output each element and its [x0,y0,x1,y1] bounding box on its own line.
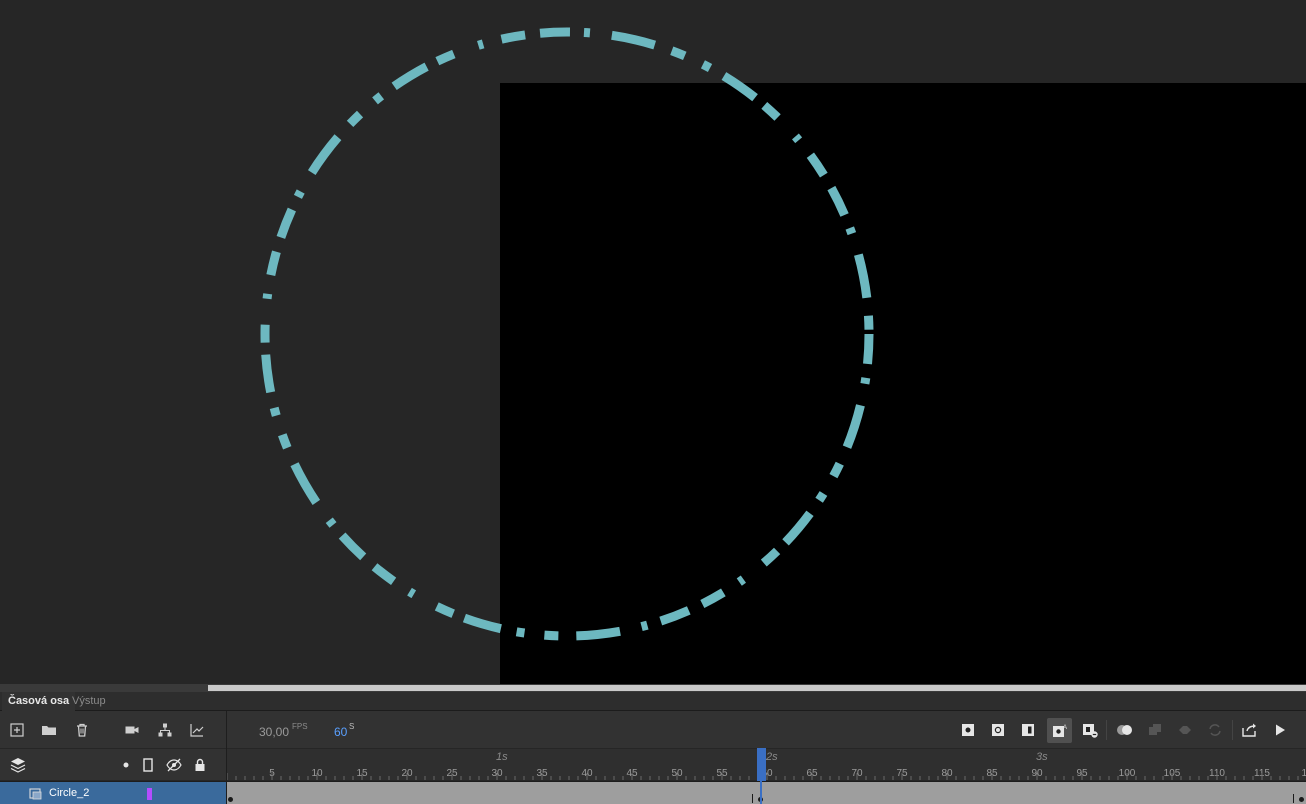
frame-icon[interactable] [1017,719,1039,741]
layers-icon[interactable] [7,754,29,776]
frame-track[interactable] [227,781,1306,804]
folder-icon[interactable] [38,719,60,741]
scrollbar-thumb[interactable] [208,685,1306,691]
edit-multiple-frames-icon[interactable] [1174,719,1196,741]
playhead-line[interactable] [760,781,762,804]
new-layer-icon[interactable] [6,719,28,741]
tab-output[interactable]: Výstup [66,692,112,711]
fps-value[interactable]: 30,00 [259,725,289,739]
span-end-marker [1293,794,1294,803]
timeline-ruler[interactable]: 5101520253035404550556065707580859095100… [227,748,1306,780]
auto-keyframe-icon[interactable]: A [1047,718,1072,743]
timeline-toolbar: 30,00 FPS 60 S A [0,711,1306,748]
span-end-marker [752,794,753,803]
hierarchy-icon[interactable] [154,719,176,741]
keyframe-marker[interactable] [1299,797,1304,802]
ruler-second-label: 1s [496,751,508,763]
horizontal-scrollbar[interactable] [0,684,1306,692]
loop-icon[interactable] [1239,719,1261,741]
ruler-second-label: 2s [766,751,778,763]
panel-tabs: Časová osa Výstup [0,692,1306,711]
blank-keyframe-icon[interactable] [987,719,1009,741]
keyframe-marker[interactable] [228,797,233,802]
tab-timeline[interactable]: Časová osa [2,692,76,711]
ruler-ticks [227,773,1299,780]
toolbar-divider [1106,720,1107,740]
layer-color-swatch[interactable] [147,788,152,800]
svg-text:A: A [1063,725,1067,731]
onion-skin-icon[interactable] [1114,719,1136,741]
fps-unit-label: FPS [292,722,308,731]
frame-unit-label: S [349,722,355,731]
play-icon[interactable] [1269,719,1291,741]
lock-icon[interactable] [189,754,211,776]
toolbar-divider [1232,720,1233,740]
ruler-second-label: 3s [1036,751,1048,763]
keyframe-icon[interactable] [957,719,979,741]
pasteboard[interactable] [0,0,1306,684]
layer-name[interactable]: Circle_2 [49,787,89,799]
layer-row[interactable]: Circle_2 [0,781,226,804]
playhead-handle[interactable] [757,748,766,781]
current-frame-value[interactable]: 60 [334,725,347,739]
outline-icon[interactable] [137,754,159,776]
dashed-circle-shape[interactable] [0,0,1306,684]
remove-frame-icon[interactable] [1079,719,1101,741]
layer-type-icon [29,787,43,804]
eye-hidden-icon[interactable] [163,754,185,776]
layer-header [0,748,226,780]
sync-icon[interactable] [1204,719,1226,741]
dot-icon[interactable] [115,754,137,776]
trash-icon[interactable] [71,719,93,741]
circle-stroke [260,27,874,641]
camera-icon[interactable] [121,719,143,741]
animate-workspace: Časová osa Výstup 30,00 FPS 60 S A 10 15… [0,0,1306,804]
graph-icon[interactable] [186,719,208,741]
onion-skin-outline-icon[interactable] [1144,719,1166,741]
